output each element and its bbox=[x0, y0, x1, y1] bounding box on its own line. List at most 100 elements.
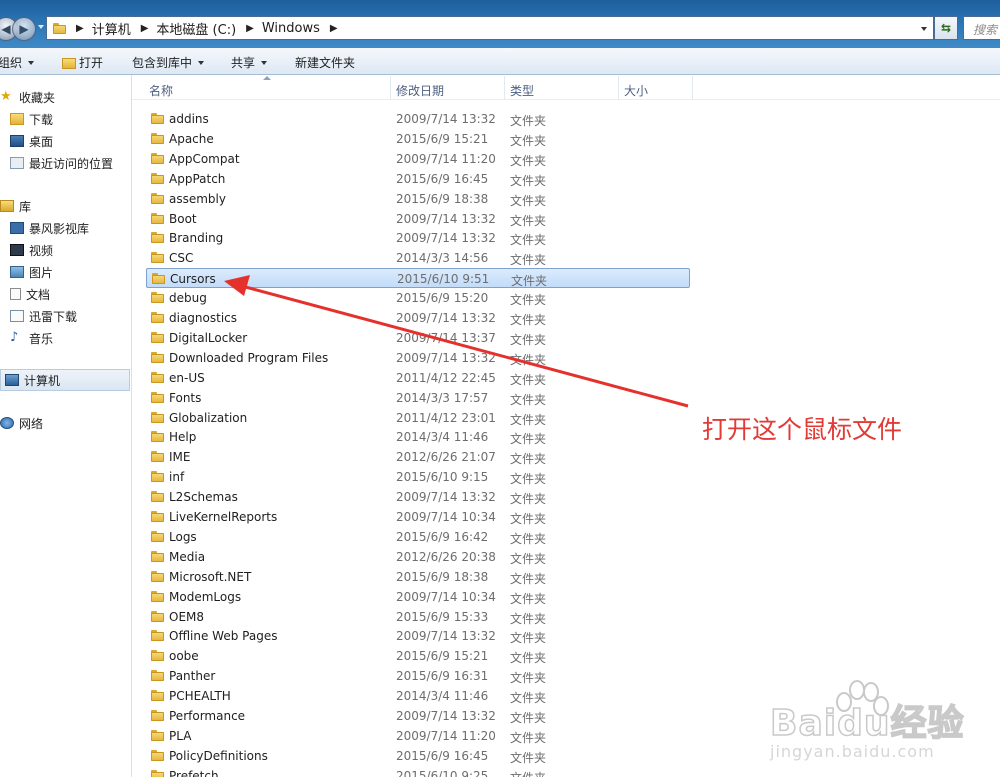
file-row[interactable]: Downloaded Program Files 2009/7/14 13:32 文… bbox=[146, 348, 690, 368]
file-row[interactable]: Panther 2015/6/9 16:31 文件夹 bbox=[146, 666, 690, 686]
file-row[interactable]: Boot 2009/7/14 13:32 文件夹 bbox=[146, 209, 690, 229]
new-folder-button[interactable]: 新建文件夹 bbox=[295, 54, 355, 71]
chevron-right-icon[interactable]: ▶ bbox=[246, 23, 254, 34]
file-row[interactable]: PCHEALTH 2014/3/4 11:46 文件夹 bbox=[146, 686, 690, 706]
file-name: Boot bbox=[169, 211, 197, 226]
include-in-library-button[interactable]: 包含到库中 bbox=[132, 54, 205, 71]
folder-icon bbox=[151, 152, 164, 164]
column-type[interactable]: 类型 bbox=[510, 82, 534, 99]
file-row[interactable]: Prefetch 2015/6/10 9:25 文件夹 bbox=[146, 766, 690, 777]
share-button[interactable]: 共享 bbox=[231, 54, 268, 71]
file-date-modified: 2011/4/12 23:01 bbox=[396, 410, 496, 425]
column-divider[interactable] bbox=[504, 76, 505, 100]
chevron-down-icon bbox=[198, 61, 205, 65]
folder-icon bbox=[151, 550, 164, 562]
file-row[interactable]: Cursors 2015/6/10 9:51 文件夹 bbox=[146, 268, 690, 289]
file-date-modified: 2015/6/10 9:51 bbox=[397, 272, 490, 287]
file-type: 文件夹 bbox=[510, 253, 547, 268]
file-type: 文件夹 bbox=[510, 114, 547, 128]
forward-button[interactable]: ▶ bbox=[12, 17, 36, 41]
file-row[interactable]: LiveKernelReports 2009/7/14 10:34 文件夹 bbox=[146, 507, 690, 527]
organize-menu-button[interactable]: 组织 bbox=[0, 54, 35, 71]
file-row[interactable]: OEM8 2015/6/9 15:33 文件夹 bbox=[146, 607, 690, 627]
folder-icon bbox=[151, 491, 164, 503]
recent-pages-dropdown-icon[interactable] bbox=[38, 25, 44, 29]
file-name: AppPatch bbox=[169, 171, 226, 186]
file-type: 文件夹 bbox=[510, 213, 547, 228]
folder-icon bbox=[53, 22, 66, 34]
file-row[interactable]: L2Schemas 2009/7/14 13:32 文件夹 bbox=[146, 487, 690, 507]
file-row[interactable]: Offline Web Pages 2009/7/14 13:32 文件夹 bbox=[146, 626, 690, 646]
nav-item-documents[interactable]: 文档 bbox=[10, 284, 141, 304]
chevron-right-icon[interactable]: ▶ bbox=[141, 23, 149, 34]
file-name: assembly bbox=[169, 191, 226, 206]
column-date-modified[interactable]: 修改日期 bbox=[396, 82, 444, 99]
file-row[interactable]: Globalization 2011/4/12 23:01 文件夹 bbox=[146, 408, 690, 428]
file-name: Performance bbox=[169, 709, 246, 723]
file-name: addins bbox=[169, 112, 209, 126]
file-row[interactable]: addins 2009/7/14 13:32 文件夹 bbox=[146, 109, 690, 129]
file-type: 文件夹 bbox=[510, 173, 547, 188]
file-row[interactable]: Fonts 2014/3/3 17:57 文件夹 bbox=[146, 388, 690, 408]
nav-item-desktop[interactable]: 桌面 bbox=[10, 131, 141, 151]
file-row[interactable]: Help 2014/3/4 11:46 文件夹 bbox=[146, 427, 690, 447]
file-date-modified: 2009/7/14 13:32 bbox=[396, 490, 496, 505]
file-row[interactable]: ModemLogs 2009/7/14 10:34 文件夹 bbox=[146, 587, 690, 607]
nav-item-videos[interactable]: 视频 bbox=[10, 240, 141, 260]
nav-favorites[interactable]: ★ 收藏夹 bbox=[0, 87, 131, 107]
nav-item-recent-places[interactable]: 最近访问的位置 bbox=[10, 153, 141, 173]
nav-item-music[interactable]: ♪ 音乐 bbox=[10, 328, 141, 348]
column-divider[interactable] bbox=[618, 76, 619, 100]
nav-item-baofeng-library[interactable]: 暴风影视库 bbox=[10, 218, 141, 238]
file-name: inf bbox=[169, 470, 185, 485]
chevron-right-icon[interactable]: ▶ bbox=[76, 23, 84, 34]
file-row[interactable]: assembly 2015/6/9 18:38 文件夹 bbox=[146, 189, 690, 209]
file-row[interactable]: diagnostics 2009/7/14 13:32 文件夹 bbox=[146, 308, 690, 328]
file-row[interactable]: Media 2012/6/26 20:38 文件夹 bbox=[146, 547, 690, 567]
breadcrumb[interactable]: ▶ 计算机 ▶ 本地磁盘 (C:) ▶ Windows ▶ bbox=[46, 16, 934, 40]
breadcrumb-local-disk[interactable]: 本地磁盘 (C:) bbox=[156, 19, 236, 38]
file-row[interactable]: IME 2012/6/26 21:07 文件夹 bbox=[146, 447, 690, 467]
nav-item-pictures[interactable]: 图片 bbox=[10, 262, 141, 282]
file-date-modified: 2009/7/14 11:20 bbox=[396, 728, 496, 743]
file-row[interactable]: Logs 2015/6/9 16:42 文件夹 bbox=[146, 527, 690, 547]
column-divider[interactable] bbox=[692, 76, 693, 100]
file-type: 文件夹 bbox=[511, 274, 548, 289]
folder-icon bbox=[151, 590, 164, 602]
nav-libraries[interactable]: 库 bbox=[0, 196, 131, 216]
search-input[interactable]: 搜索 bbox=[963, 16, 1000, 40]
breadcrumb-computer[interactable]: 计算机 bbox=[92, 19, 131, 38]
file-row[interactable]: CSC 2014/3/3 14:56 文件夹 bbox=[146, 248, 690, 268]
new-folder-label: 新建文件夹 bbox=[295, 56, 356, 70]
file-row[interactable]: Branding 2009/7/14 13:32 文件夹 bbox=[146, 228, 690, 248]
nav-network[interactable]: 网络 bbox=[0, 413, 131, 433]
file-row[interactable]: AppPatch 2015/6/9 16:45 文件夹 bbox=[146, 169, 690, 189]
folder-icon bbox=[151, 411, 164, 423]
breadcrumb-windows[interactable]: Windows bbox=[262, 21, 320, 36]
file-row[interactable]: en-US 2011/4/12 22:45 文件夹 bbox=[146, 368, 690, 388]
file-row[interactable]: Apache 2015/6/9 15:21 文件夹 bbox=[146, 129, 690, 149]
file-row[interactable]: Microsoft.NET 2015/6/9 18:38 文件夹 bbox=[146, 567, 690, 587]
file-row[interactable]: oobe 2015/6/9 15:21 文件夹 bbox=[146, 646, 690, 666]
refresh-button[interactable]: ⇆ bbox=[934, 16, 958, 40]
column-name[interactable]: 名称 bbox=[149, 82, 173, 99]
file-row[interactable]: PLA 2009/7/14 11:20 文件夹 bbox=[146, 726, 690, 746]
open-button[interactable]: 打开 bbox=[62, 54, 103, 71]
nav-item-thunder-downloads[interactable]: 迅雷下载 bbox=[10, 306, 141, 326]
chevron-right-icon[interactable]: ▶ bbox=[330, 23, 338, 34]
nav-item-downloads[interactable]: 下载 bbox=[10, 109, 141, 129]
file-type: 文件夹 bbox=[510, 671, 547, 686]
address-history-dropdown-icon[interactable] bbox=[921, 27, 927, 31]
open-folder-icon bbox=[62, 58, 76, 69]
document-icon bbox=[10, 288, 21, 300]
file-row[interactable]: inf 2015/6/10 9:15 文件夹 bbox=[146, 467, 690, 487]
column-divider[interactable] bbox=[390, 76, 391, 100]
file-row[interactable]: DigitalLocker 2009/7/14 13:37 文件夹 bbox=[146, 328, 690, 348]
nav-computer[interactable]: 计算机 bbox=[0, 369, 130, 391]
file-row[interactable]: Performance 2009/7/14 13:32 文件夹 bbox=[146, 706, 690, 726]
column-size[interactable]: 大小 bbox=[624, 82, 648, 99]
file-date-modified: 2014/3/3 14:56 bbox=[396, 251, 489, 266]
file-row[interactable]: PolicyDefinitions 2015/6/9 16:45 文件夹 bbox=[146, 746, 690, 766]
file-row[interactable]: debug 2015/6/9 15:20 文件夹 bbox=[146, 288, 690, 308]
file-row[interactable]: AppCompat 2009/7/14 11:20 文件夹 bbox=[146, 149, 690, 169]
